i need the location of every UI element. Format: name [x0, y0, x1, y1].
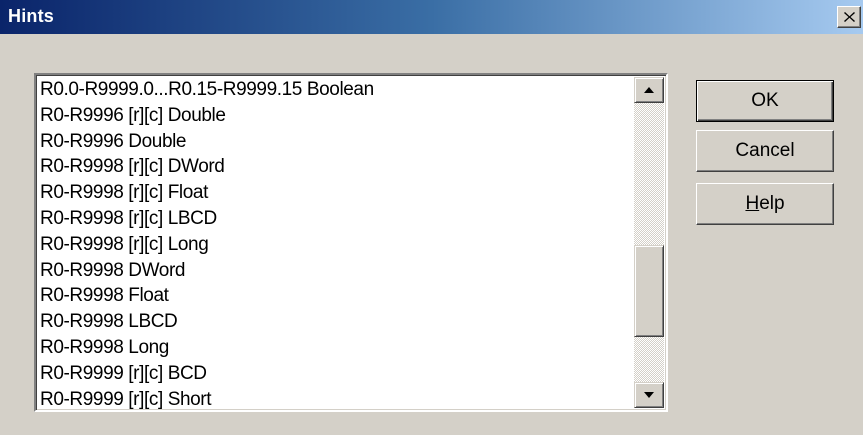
- close-button[interactable]: [837, 6, 861, 28]
- list-item[interactable]: R0-R9998 LBCD: [40, 309, 636, 335]
- list-item[interactable]: R0-R9996 Double: [40, 129, 636, 155]
- cancel-button[interactable]: Cancel: [696, 130, 834, 172]
- scroll-down-button[interactable]: [634, 382, 664, 408]
- scrollbar-thumb[interactable]: [634, 245, 664, 337]
- arrow-down-icon: [644, 392, 654, 398]
- list-item[interactable]: R0-R9998 Long: [40, 335, 636, 361]
- arrow-up-icon: [644, 87, 654, 93]
- list-item[interactable]: R0-R9998 [r][c] DWord: [40, 154, 636, 180]
- help-mnemonic: H: [745, 193, 760, 214]
- list-item[interactable]: R0-R9998 Float: [40, 283, 636, 309]
- help-label-rest: elp: [759, 193, 785, 214]
- ok-button[interactable]: OK: [696, 80, 834, 122]
- hints-dialog: Hints R0.0-R9999.0...R0.15-R9999.15 Bool…: [0, 0, 863, 435]
- list-item[interactable]: R0-R9998 [r][c] Long: [40, 232, 636, 258]
- list-item[interactable]: R0-R9999 [r][c] Short: [40, 387, 636, 410]
- list-item[interactable]: R0-R9998 [r][c] LBCD: [40, 206, 636, 232]
- title-bar[interactable]: Hints: [0, 0, 863, 34]
- close-icon: [844, 12, 855, 22]
- hints-list-items: R0.0-R9999.0...R0.15-R9999.15 Boolean R0…: [40, 77, 636, 410]
- list-item[interactable]: R0-R9996 [r][c] Double: [40, 103, 636, 129]
- hints-listbox[interactable]: R0.0-R9999.0...R0.15-R9999.15 Boolean R0…: [34, 73, 668, 412]
- list-item[interactable]: R0.0-R9999.0...R0.15-R9999.15 Boolean: [40, 77, 636, 103]
- list-item[interactable]: R0-R9999 [r][c] BCD: [40, 361, 636, 387]
- scroll-up-button[interactable]: [634, 77, 664, 103]
- list-item[interactable]: R0-R9998 [r][c] Float: [40, 180, 636, 206]
- vertical-scrollbar[interactable]: [634, 77, 664, 408]
- window-title: Hints: [8, 6, 54, 26]
- list-item[interactable]: R0-R9998 DWord: [40, 258, 636, 284]
- help-button[interactable]: Help: [696, 183, 834, 225]
